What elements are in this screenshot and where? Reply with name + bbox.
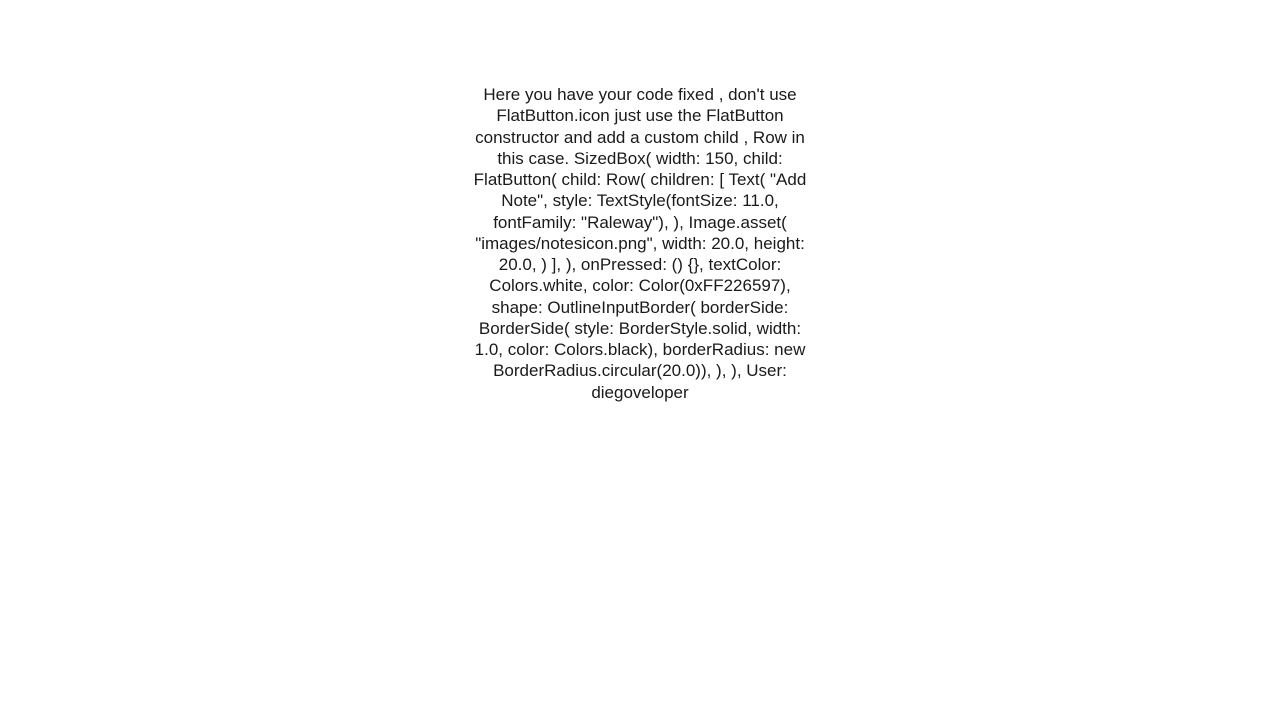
content-text: Here you have your code fixed , don't us… xyxy=(474,85,807,402)
page-wrapper: Here you have your code fixed , don't us… xyxy=(0,0,1280,720)
content-block: Here you have your code fixed , don't us… xyxy=(470,84,810,403)
